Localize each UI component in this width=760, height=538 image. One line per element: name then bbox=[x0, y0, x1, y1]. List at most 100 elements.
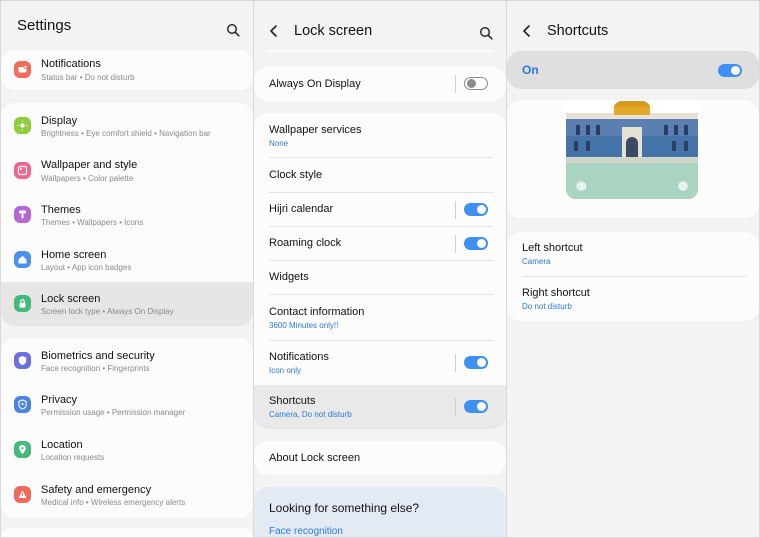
settings-item-sub: Screen lock type • Always On Display bbox=[41, 307, 174, 316]
shield-icon bbox=[14, 352, 31, 369]
preview-card bbox=[507, 100, 759, 218]
separator bbox=[455, 398, 456, 416]
shortcuts-value: Camera, Do not disturb bbox=[269, 410, 352, 419]
widgets-row[interactable]: Widgets bbox=[254, 261, 506, 295]
home-icon bbox=[14, 251, 31, 268]
settings-item-label: Display bbox=[41, 115, 78, 127]
settings-header: Settings bbox=[1, 1, 253, 49]
contact-information-label: Contact information bbox=[269, 306, 365, 318]
settings-item-safety[interactable]: Safety and emergency Medical info • Wire… bbox=[1, 473, 253, 517]
do-not-disturb-icon bbox=[679, 182, 687, 190]
settings-item-label: Notifications bbox=[41, 58, 101, 70]
roaming-clock-toggle[interactable] bbox=[464, 237, 488, 250]
hijri-calendar-toggle[interactable] bbox=[464, 203, 488, 216]
left-shortcut-row[interactable]: Left shortcut Camera bbox=[507, 232, 759, 276]
shortcuts-toggle[interactable] bbox=[464, 400, 488, 413]
location-pin-icon bbox=[14, 441, 31, 458]
settings-item-themes[interactable]: Themes Themes • Wallpapers • Icons bbox=[1, 193, 253, 237]
settings-item-location[interactable]: Location Location requests bbox=[1, 428, 253, 472]
bell-icon bbox=[14, 61, 31, 78]
settings-item-display[interactable]: Display Brightness • Eye comfort shield … bbox=[1, 103, 253, 147]
settings-item-sub: Permission usage • Permission manager bbox=[41, 408, 186, 417]
lock-screen-settings: Lock screen Always On Display Wallpaper … bbox=[254, 1, 506, 537]
settings-item-sub: Location requests bbox=[41, 453, 105, 462]
about-lock-screen-row[interactable]: About Lock screen bbox=[254, 441, 506, 475]
settings-card-next bbox=[1, 528, 253, 537]
page-title: Settings bbox=[17, 16, 72, 34]
back-arrow-icon[interactable] bbox=[519, 23, 535, 39]
roaming-clock-row[interactable]: Roaming clock bbox=[254, 227, 506, 261]
left-shortcut-value: Camera bbox=[522, 257, 551, 266]
always-on-display-label: Always On Display bbox=[269, 78, 361, 90]
settings-item-sub: Status bar • Do not disturb bbox=[41, 73, 135, 82]
separator bbox=[455, 235, 456, 253]
master-switch-label: On bbox=[522, 63, 539, 77]
master-switch-toggle[interactable] bbox=[718, 64, 742, 77]
settings-item-label: Wallpaper and style bbox=[41, 159, 138, 171]
hijri-calendar-row[interactable]: Hijri calendar bbox=[254, 193, 506, 227]
notifications-value: Icon only bbox=[269, 366, 302, 375]
settings-item-label: Biometrics and security bbox=[41, 350, 155, 362]
emergency-icon bbox=[14, 486, 31, 503]
settings-item-label: Home screen bbox=[41, 249, 107, 261]
shortcuts-row[interactable]: Shortcuts Camera, Do not disturb bbox=[254, 385, 506, 429]
settings-screen: Settings Notifications Status bar • Do n… bbox=[1, 1, 253, 537]
settings-item-wallpaper[interactable]: Wallpaper and style Wallpapers • Color p… bbox=[1, 148, 253, 192]
lock-screen-options-card: Wallpaper services None Clock style Hijr… bbox=[254, 113, 506, 429]
settings-item-notifications[interactable]: Notifications Status bar • Do not distur… bbox=[1, 50, 253, 90]
scroll-edge bbox=[266, 50, 494, 52]
looking-for-title: Looking for something else? bbox=[269, 501, 420, 515]
settings-item-biometrics[interactable]: Biometrics and security Face recognition… bbox=[1, 338, 253, 383]
widgets-label: Widgets bbox=[269, 271, 309, 283]
master-switch-bar[interactable]: On bbox=[507, 51, 759, 89]
settings-item-home-screen[interactable]: Home screen Layout • App icon badges bbox=[1, 238, 253, 282]
settings-item-sub: Face recognition • Fingerprints bbox=[41, 364, 150, 373]
back-arrow-icon[interactable] bbox=[266, 23, 282, 39]
shortcut-options-card: Left shortcut Camera Right shortcut Do n… bbox=[507, 232, 759, 321]
settings-card-top: Notifications Status bar • Do not distur… bbox=[1, 50, 253, 90]
page-title: Shortcuts bbox=[547, 23, 609, 39]
camera-icon bbox=[578, 183, 586, 190]
left-shortcut-label: Left shortcut bbox=[522, 242, 583, 254]
separator bbox=[455, 75, 456, 93]
settings-item-label: Safety and emergency bbox=[41, 484, 152, 496]
clock-style-row[interactable]: Clock style bbox=[254, 158, 506, 192]
settings-item-privacy[interactable]: Privacy Permission usage • Permission ma… bbox=[1, 383, 253, 427]
right-shortcut-row[interactable]: Right shortcut Do not disturb bbox=[507, 277, 759, 321]
contact-information-row[interactable]: Contact information 3600 Minutes only!! bbox=[254, 295, 506, 340]
settings-item-sub: Layout • App icon badges bbox=[41, 263, 132, 272]
about-lock-screen-label: About Lock screen bbox=[269, 452, 361, 464]
settings-item-sub: Themes • Wallpapers • Icons bbox=[41, 218, 144, 227]
always-on-display-row[interactable]: Always On Display bbox=[254, 67, 506, 101]
always-on-card: Always On Display bbox=[254, 67, 506, 101]
clock-style-label: Clock style bbox=[269, 169, 323, 181]
settings-item-label: Location bbox=[41, 439, 83, 451]
shortcuts-settings: Shortcuts On Left shortcut Camera Right … bbox=[507, 1, 759, 537]
right-shortcut-value: Do not disturb bbox=[522, 302, 572, 311]
picture-icon bbox=[14, 162, 31, 179]
shortcuts-label: Shortcuts bbox=[269, 395, 316, 407]
separator bbox=[455, 201, 456, 219]
settings-card-security: Biometrics and security Face recognition… bbox=[1, 338, 253, 518]
lock-screen-preview bbox=[566, 101, 698, 199]
settings-item-label: Themes bbox=[41, 204, 81, 216]
wallpaper-services-value: None bbox=[269, 139, 289, 148]
brush-icon bbox=[14, 206, 31, 223]
hijri-calendar-label: Hijri calendar bbox=[269, 203, 334, 215]
right-shortcut-label: Right shortcut bbox=[522, 287, 590, 299]
privacy-shield-icon bbox=[14, 396, 31, 413]
wallpaper-services-row[interactable]: Wallpaper services None bbox=[254, 113, 506, 157]
notifications-toggle[interactable] bbox=[464, 356, 488, 369]
settings-item-sub: Medical info • Wireless emergency alerts bbox=[41, 498, 186, 507]
search-icon[interactable] bbox=[226, 23, 240, 37]
notifications-row[interactable]: Notifications Icon only bbox=[254, 341, 506, 385]
about-card: About Lock screen bbox=[254, 441, 506, 475]
search-icon[interactable] bbox=[479, 26, 493, 40]
face-recognition-link[interactable]: Face recognition bbox=[269, 526, 343, 537]
always-on-display-toggle[interactable] bbox=[464, 77, 488, 90]
page-title: Lock screen bbox=[294, 23, 373, 39]
settings-item-lock-screen[interactable]: Lock screen Screen lock type • Always On… bbox=[1, 282, 253, 326]
settings-item-label: Lock screen bbox=[41, 293, 101, 305]
looking-for-card: Looking for something else? Face recogni… bbox=[254, 487, 506, 537]
separator bbox=[455, 354, 456, 372]
